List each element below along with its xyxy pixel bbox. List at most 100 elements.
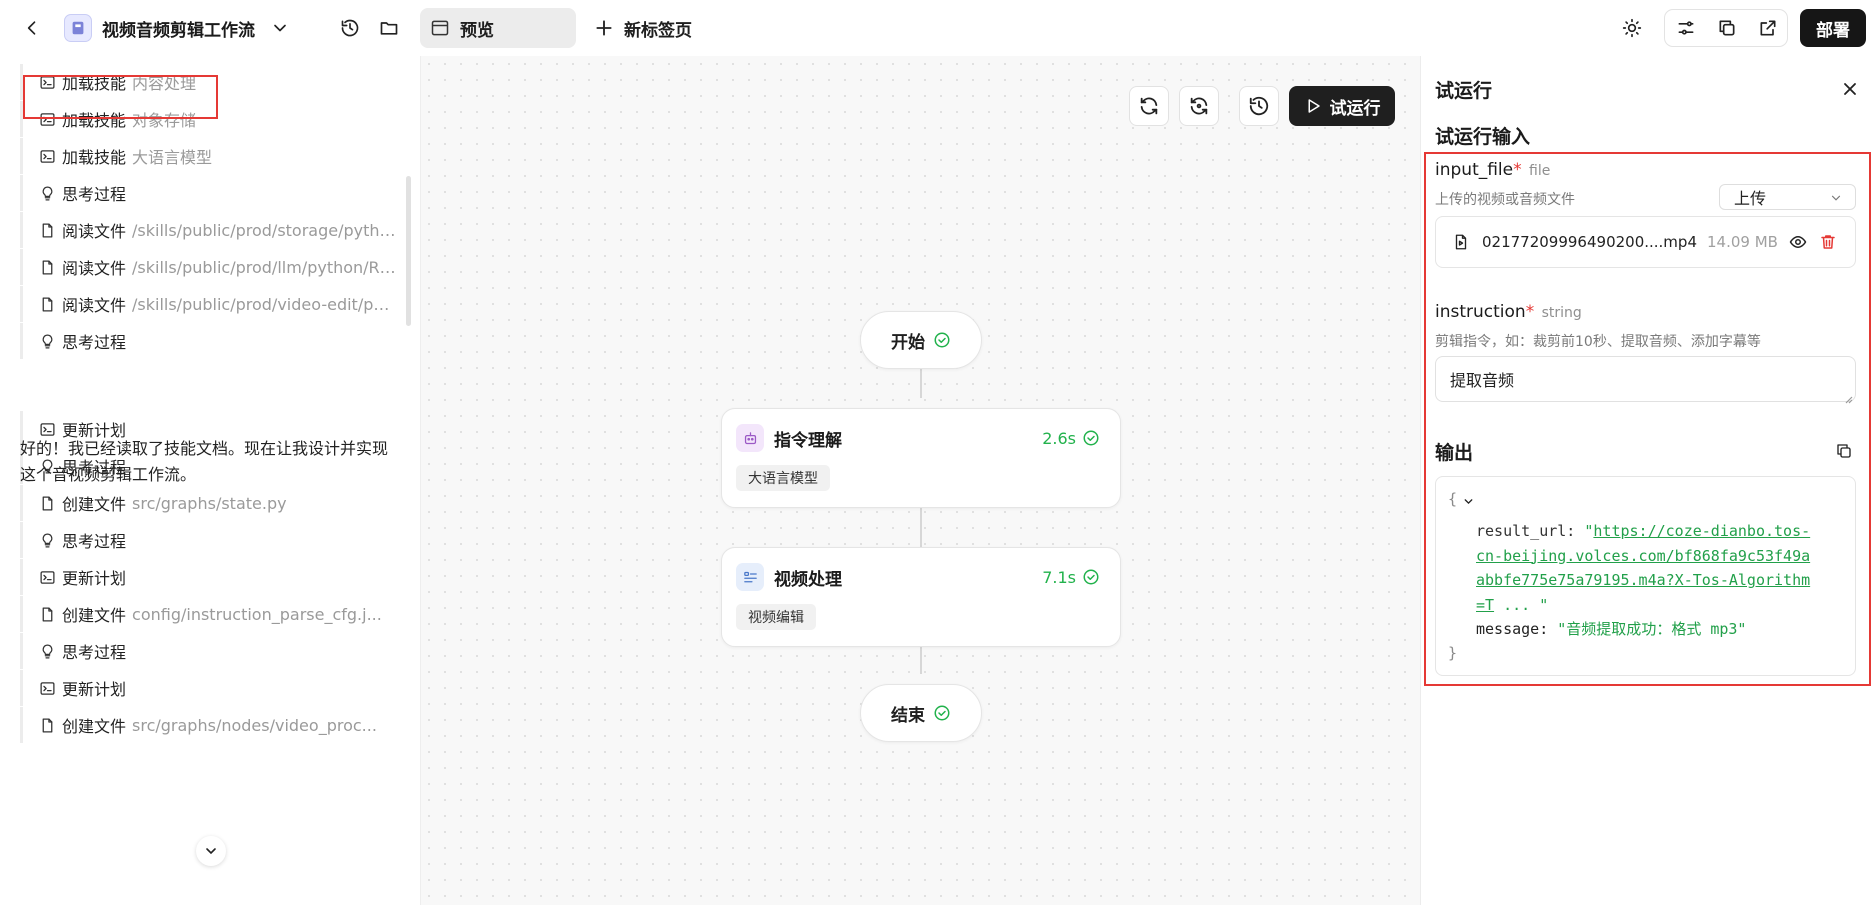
log-item-detail: /skills/public/prod/storage/pytho... <box>132 220 396 240</box>
deploy-button[interactable]: 部署 <box>1800 9 1866 47</box>
end-node[interactable]: 结束 <box>860 684 982 742</box>
delete-file-button[interactable] <box>1815 229 1841 255</box>
log-item[interactable]: 阅读文件/skills/public/prod/storage/pytho... <box>20 212 396 248</box>
start-node[interactable]: 开始 <box>860 311 982 369</box>
result-url-link[interactable]: cn-beijing.volces.com/bf868fa9c53f49a <box>1476 544 1841 569</box>
log-item-label: 思考过程 <box>62 532 127 551</box>
settings-button[interactable] <box>1665 10 1706 46</box>
log-item-detail: 大语言模型 <box>132 148 213 167</box>
check-circle-icon <box>1083 430 1099 446</box>
open-external-button[interactable] <box>1747 10 1788 46</box>
end-node-label: 结束 <box>891 705 925 726</box>
result-url-link[interactable]: https://coze-dianbo.tos- <box>1593 522 1810 540</box>
tab-preview-label: 预览 <box>460 20 494 41</box>
log-item[interactable]: 阅读文件/skills/public/prod/llm/python/RE... <box>20 249 396 285</box>
log-item[interactable]: 更新计划 <box>20 559 396 595</box>
folder-button[interactable] <box>371 10 407 46</box>
scrollbar[interactable] <box>406 176 411 326</box>
log-item-label: 创建文件 <box>62 495 127 514</box>
select-value: 上传 <box>1734 189 1767 208</box>
history-button[interactable] <box>332 10 368 46</box>
log-item[interactable]: 阅读文件/skills/public/prod/video-edit/pyt..… <box>20 286 396 322</box>
close-icon <box>1844 83 1856 95</box>
back-button[interactable] <box>14 10 50 46</box>
chevron-down-icon <box>1464 498 1472 504</box>
file-size: 14.09 MB <box>1707 233 1778 251</box>
json-key: result_url: <box>1476 522 1585 540</box>
video-edit-icon <box>736 563 764 591</box>
sync-button[interactable] <box>1179 86 1219 126</box>
json-open-brace: { <box>1448 490 1458 508</box>
scroll-to-bottom-button[interactable] <box>196 836 226 866</box>
test-run-button[interactable]: 试运行 <box>1289 86 1395 126</box>
file-icon <box>39 296 56 313</box>
log-item[interactable]: 思考过程 <box>20 175 396 211</box>
node-tag: 大语言模型 <box>736 465 830 491</box>
test-run-label: 试运行 <box>1329 98 1381 119</box>
sun-icon <box>1622 18 1642 38</box>
close-panel-button[interactable] <box>1835 74 1865 104</box>
app-menu-button[interactable] <box>262 10 298 46</box>
terminal-icon <box>39 569 56 586</box>
terminal-icon <box>39 421 56 438</box>
refresh-icon <box>1140 97 1158 115</box>
log-item[interactable]: 创建文件 config/instruction_parse_cfg.j... <box>20 596 396 632</box>
copy-output-button[interactable] <box>1832 439 1856 463</box>
log-item[interactable]: 思考过程 <box>20 522 396 558</box>
output-heading: 输出 <box>1435 442 1474 464</box>
tab-preview[interactable]: 预览 <box>420 8 576 48</box>
eye-icon <box>1789 236 1807 248</box>
node-header: 视频处理 7.1s <box>736 562 1100 592</box>
file-icon <box>39 495 56 512</box>
log-item-label: 阅读文件 <box>62 222 127 241</box>
log-item[interactable]: 思考过程 <box>20 633 396 669</box>
result-url-link[interactable]: =T <box>1476 596 1494 614</box>
top-bar: 视频音频剪辑工作流 预览 新标签页 部署 <box>0 0 1876 56</box>
file-icon <box>39 717 56 734</box>
refresh-button[interactable] <box>1129 86 1169 126</box>
field-label-input-file: input_file* file <box>1435 160 1550 180</box>
node-instruction-understanding[interactable]: 指令理解 2.6s 大语言模型 <box>721 408 1121 508</box>
chevron-down-icon <box>1831 195 1841 201</box>
trash-icon <box>1821 235 1835 249</box>
truncation-ellipsis[interactable]: ... <box>1503 596 1530 614</box>
instruction-value: 提取音频 <box>1450 371 1515 390</box>
workflow-canvas[interactable]: 试运行 开始 指令理解 2.6s 大语言模型 视频处理 7.1s 视频编辑 结束 <box>420 56 1420 905</box>
collapse-toggle[interactable] <box>1460 493 1476 509</box>
upload-mode-select[interactable]: 上传 <box>1719 184 1856 210</box>
instruction-textarea[interactable]: 提取音频 <box>1435 356 1856 404</box>
log-item-detail: /skills/public/prod/video-edit/pyt... <box>132 294 396 314</box>
copy-button[interactable] <box>1706 10 1747 46</box>
node-video-processing[interactable]: 视频处理 7.1s 视频编辑 <box>721 547 1121 647</box>
lightbulb-icon <box>39 333 56 350</box>
log-item[interactable]: 创建文件 src/graphs/state.py <box>20 485 396 521</box>
run-history-button[interactable] <box>1239 86 1279 126</box>
app-title: 视频音频剪辑工作流 <box>102 20 255 41</box>
node-tag: 视频编辑 <box>736 604 816 630</box>
chevron-down-icon <box>206 848 216 855</box>
robot-icon <box>736 424 764 452</box>
json-message: message: "音频提取成功：格式 mp3" <box>1476 617 1746 642</box>
new-tab-button[interactable]: 新标签页 <box>594 8 692 48</box>
theme-toggle-button[interactable] <box>1614 10 1650 46</box>
terminal-icon <box>39 680 56 697</box>
file-name: 02177209996490200....mp4 <box>1482 233 1697 251</box>
terminal-icon <box>39 148 56 165</box>
preview-file-button[interactable] <box>1785 229 1811 255</box>
log-item-detail: config/instruction_parse_cfg.j... <box>132 604 382 624</box>
log-item[interactable]: 加载技能 大语言模型 <box>20 138 396 174</box>
start-node-label: 开始 <box>891 332 925 353</box>
node-header: 指令理解 2.6s <box>736 423 1100 453</box>
file-icon <box>39 259 56 276</box>
log-item[interactable]: 创建文件 src/graphs/nodes/video_proc... <box>20 707 396 743</box>
resize-handle[interactable] <box>1843 389 1853 404</box>
log-item-label: 加载技能 <box>62 148 127 167</box>
play-icon <box>1308 99 1320 113</box>
log-item[interactable]: 更新计划 <box>20 670 396 706</box>
field-type: file <box>1529 163 1551 179</box>
new-tab-label: 新标签页 <box>624 20 692 41</box>
log-item-label: 思考过程 <box>62 643 127 662</box>
result-url-link[interactable]: abbfe775e75a79195.m4a?X-Tos-Algorithm <box>1476 568 1841 593</box>
log-item[interactable]: 思考过程 <box>20 323 396 359</box>
check-circle-icon <box>934 332 950 348</box>
